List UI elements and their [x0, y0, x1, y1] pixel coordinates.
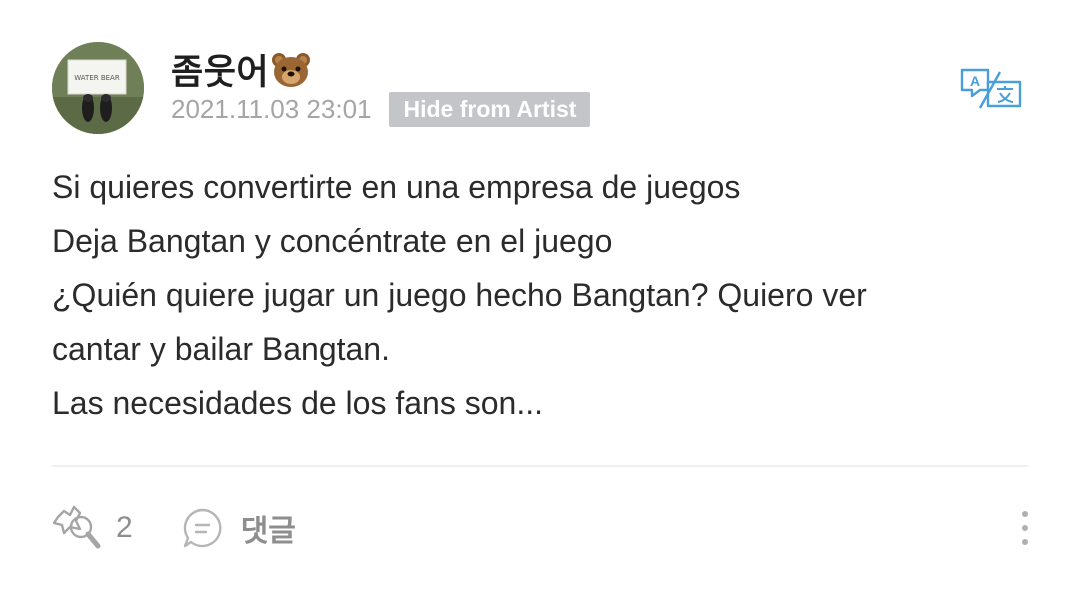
- cheer-stick-icon: [52, 505, 101, 549]
- translate-icon: A: [960, 68, 1022, 109]
- avatar-sign-text: WATER BEAR: [74, 74, 120, 82]
- hide-from-artist-button[interactable]: Hide from Artist: [389, 91, 591, 127]
- svg-text:A: A: [970, 73, 980, 89]
- post-body: Si quieres convertirte en una empresa de…: [52, 160, 1032, 430]
- author-name-text: 좀웃어: [171, 53, 270, 92]
- post-body-line: ¿Quién quiere jugar un juego hecho Bangt…: [52, 277, 867, 313]
- post-body-line: Si quieres convertirte en una empresa de…: [52, 169, 741, 205]
- translate-button[interactable]: A: [958, 66, 1026, 112]
- avatar-image: WATER BEAR: [52, 42, 144, 134]
- cheer-count: 2: [116, 511, 133, 544]
- post-timestamp: 2021.11.03 23:01: [171, 93, 372, 124]
- post-body-line: Deja Bangtan y concéntrate en el juego: [52, 223, 613, 259]
- post-body-line: cantar y bailar Bangtan.: [52, 331, 390, 367]
- more-vertical-icon: [1022, 511, 1028, 545]
- comment-label: 댓글: [240, 515, 296, 548]
- comment-bubble-icon: [183, 508, 222, 548]
- post-body-line: Las necesidades de los fans son...: [52, 385, 543, 421]
- post-meta: 2021.11.03 23:01 Hide from Artist: [171, 90, 591, 128]
- more-options-button[interactable]: [1010, 506, 1040, 550]
- avatar[interactable]: WATER BEAR: [52, 42, 144, 134]
- divider: [52, 465, 1028, 467]
- comment-button[interactable]: 댓글: [181, 506, 296, 550]
- post-card: WATER BEAR 좀웃어 2021.11.03 23:01 Hide fro…: [0, 0, 1069, 593]
- action-bar: 2 댓글: [52, 500, 296, 556]
- cheer-button[interactable]: 2: [52, 503, 133, 553]
